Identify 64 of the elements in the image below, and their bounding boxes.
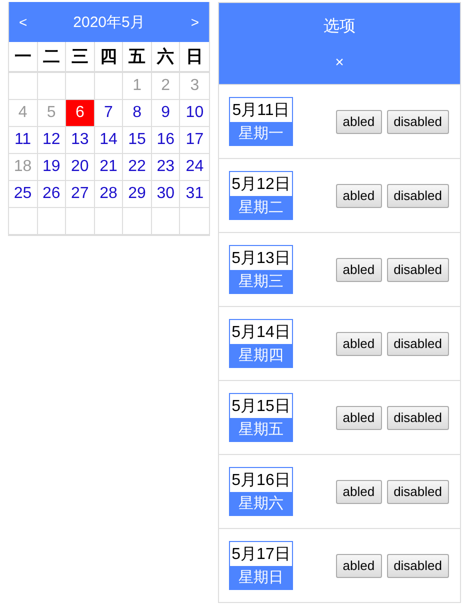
- panel-title: 选项: [324, 16, 356, 37]
- option-button[interactable]: disabled: [386, 406, 449, 430]
- date-text: 5月17日: [230, 544, 292, 564]
- option-button[interactable]: abled: [336, 554, 382, 578]
- weekday-label: 星期四: [230, 344, 292, 367]
- option-button[interactable]: abled: [336, 332, 382, 356]
- calendar-day[interactable]: 17: [180, 127, 209, 154]
- weekday-label: 星期三: [230, 270, 292, 293]
- weekday-header: 六: [152, 42, 180, 73]
- calendar-day[interactable]: 20: [66, 154, 95, 181]
- calendar-day[interactable]: 28: [94, 181, 124, 208]
- weekday-header: 三: [66, 42, 95, 73]
- option-button[interactable]: abled: [336, 406, 382, 430]
- month-title: 2020年5月: [73, 12, 145, 32]
- option-button[interactable]: abled: [336, 184, 382, 208]
- calendar-day[interactable]: 16: [152, 127, 180, 154]
- calendar-day[interactable]: 8: [123, 100, 152, 127]
- option-button[interactable]: disabled: [386, 480, 449, 504]
- calendar-day[interactable]: 12: [38, 127, 66, 154]
- calendar-day[interactable]: 29: [123, 181, 152, 208]
- calendar-day[interactable]: 19: [38, 154, 66, 181]
- weekday-label: 星期二: [230, 196, 292, 219]
- option-button[interactable]: disabled: [386, 184, 449, 208]
- empty-day-cell: [38, 73, 66, 100]
- date-text: 5月12日: [230, 174, 292, 194]
- option-button[interactable]: abled: [336, 258, 382, 282]
- calendar-day[interactable]: 22: [123, 154, 152, 181]
- calendar-day[interactable]: 6: [66, 100, 95, 127]
- weekday-label: 星期五: [230, 418, 292, 441]
- date-text: 5月11日: [231, 100, 291, 120]
- weekday-header: 四: [94, 42, 124, 73]
- calendar-day[interactable]: 11: [9, 127, 38, 154]
- calendar-day[interactable]: 30: [152, 181, 180, 208]
- empty-day-cell: [94, 73, 124, 100]
- calendar-day[interactable]: 9: [152, 100, 180, 127]
- date-text: 5月13日: [230, 248, 292, 268]
- weekday-header: 五: [123, 42, 152, 73]
- weekday-header: 日: [180, 42, 209, 73]
- date-text: 5月14日: [230, 322, 292, 342]
- calendar-day[interactable]: 31: [180, 181, 209, 208]
- calendar-day[interactable]: 27: [66, 181, 95, 208]
- date-text: 5月15日: [230, 396, 292, 416]
- calendar-day[interactable]: 7: [94, 100, 124, 127]
- calendar-day[interactable]: 26: [38, 181, 66, 208]
- calendar-day[interactable]: 14: [94, 127, 124, 154]
- option-button[interactable]: disabled: [386, 110, 449, 134]
- calendar-day[interactable]: 24: [180, 154, 209, 181]
- weekday-header: 二: [38, 42, 66, 73]
- option-button[interactable]: disabled: [386, 258, 449, 282]
- weekday-header: 一: [9, 42, 38, 73]
- option-button[interactable]: disabled: [386, 332, 449, 356]
- calendar-day[interactable]: 23: [152, 154, 180, 181]
- option-button[interactable]: abled: [336, 110, 382, 134]
- calendar-day[interactable]: 13: [66, 127, 95, 154]
- date-text: 5月16日: [230, 470, 292, 490]
- calendar-day[interactable]: 21: [94, 154, 124, 181]
- weekday-label: 星期日: [230, 566, 292, 589]
- calendar-day[interactable]: 25: [9, 181, 38, 208]
- calendar-day[interactable]: 15: [123, 127, 152, 154]
- weekday-label: 星期一: [230, 122, 292, 145]
- weekday-label: 星期六: [230, 492, 292, 515]
- option-button[interactable]: disabled: [386, 554, 449, 578]
- calendar-day[interactable]: 10: [180, 100, 209, 127]
- option-button[interactable]: abled: [336, 480, 382, 504]
